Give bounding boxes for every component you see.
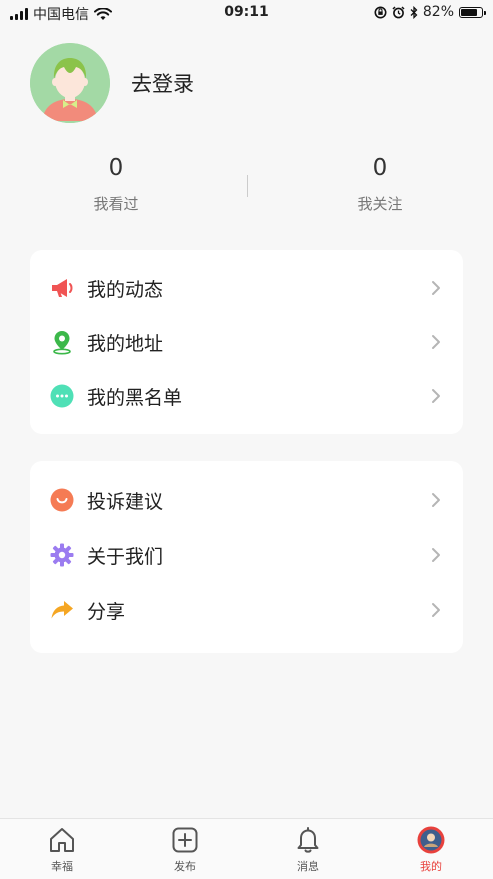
chevron-right-icon <box>432 389 440 403</box>
menu-label-share: 分享 <box>87 600 126 623</box>
menu-label-my-posts: 我的动态 <box>87 278 164 301</box>
chevron-right-icon <box>432 281 440 295</box>
home-icon <box>50 828 74 852</box>
menu-item-about-us[interactable]: 关于我们 <box>30 535 463 575</box>
battery-percent: 82% <box>422 4 454 20</box>
status-bar: 中国电信 09:11 82% <box>0 0 493 26</box>
default-avatar-icon[interactable] <box>30 43 110 123</box>
bottom-tab-bar: 幸福 发布 消息 我的 <box>0 818 493 879</box>
chevron-right-icon <box>432 603 440 617</box>
alarm-icon <box>392 5 405 18</box>
menu-card-app: 投诉建议 关于我们 分享 <box>30 461 463 653</box>
stat-following-label: 我关注 <box>357 195 403 213</box>
bell-icon <box>297 827 319 853</box>
tab-home[interactable]: 幸福 <box>22 825 102 874</box>
share-arrow-icon <box>51 601 73 619</box>
tab-messages[interactable]: 消息 <box>268 825 348 874</box>
megaphone-icon <box>52 279 73 297</box>
orientation-lock-icon <box>374 6 387 18</box>
status-right: 82% <box>374 4 486 20</box>
chevron-right-icon <box>432 493 440 507</box>
gear-icon <box>50 543 74 567</box>
chat-bubble-icon <box>50 384 74 408</box>
tab-label-mine: 我的 <box>420 860 442 873</box>
menu-card-personal: 我的动态 我的地址 我的黑名单 <box>30 250 463 434</box>
login-link[interactable]: 去登录 <box>131 68 194 98</box>
chevron-right-icon <box>432 548 440 562</box>
profile-header[interactable]: 去登录 <box>30 43 194 123</box>
tab-label-messages: 消息 <box>297 860 319 873</box>
chevron-right-icon <box>432 335 440 349</box>
menu-label-my-address: 我的地址 <box>87 332 164 355</box>
menu-label-blacklist: 我的黑名单 <box>87 386 183 409</box>
bluetooth-icon <box>410 5 418 19</box>
battery-icon <box>459 6 486 18</box>
menu-item-my-posts[interactable]: 我的动态 <box>30 268 463 308</box>
stat-viewed-count: 0 <box>108 155 124 181</box>
menu-label-about-us: 关于我们 <box>87 545 164 568</box>
stats-divider <box>247 175 248 197</box>
menu-item-feedback[interactable]: 投诉建议 <box>30 480 463 520</box>
location-pin-icon <box>53 331 71 355</box>
stats-row: 0 我看过 0 我关注 <box>0 155 493 225</box>
battery-level-fill <box>461 8 478 16</box>
menu-item-share[interactable]: 分享 <box>30 590 463 630</box>
tab-label-publish: 发布 <box>174 860 196 873</box>
tab-mine[interactable]: 我的 <box>391 825 471 874</box>
menu-label-feedback: 投诉建议 <box>87 490 164 513</box>
stat-viewed[interactable]: 0 我看过 <box>56 155 176 214</box>
profile-avatar-icon <box>417 826 445 854</box>
tab-label-home: 幸福 <box>51 860 73 873</box>
stat-following[interactable]: 0 我关注 <box>320 155 440 214</box>
tab-publish[interactable]: 发布 <box>145 825 225 874</box>
stat-viewed-label: 我看过 <box>93 195 139 213</box>
smile-icon <box>50 488 74 512</box>
stat-following-count: 0 <box>372 155 388 181</box>
plus-square-icon <box>172 827 198 853</box>
menu-item-blacklist[interactable]: 我的黑名单 <box>30 376 463 416</box>
menu-item-my-address[interactable]: 我的地址 <box>30 322 463 362</box>
